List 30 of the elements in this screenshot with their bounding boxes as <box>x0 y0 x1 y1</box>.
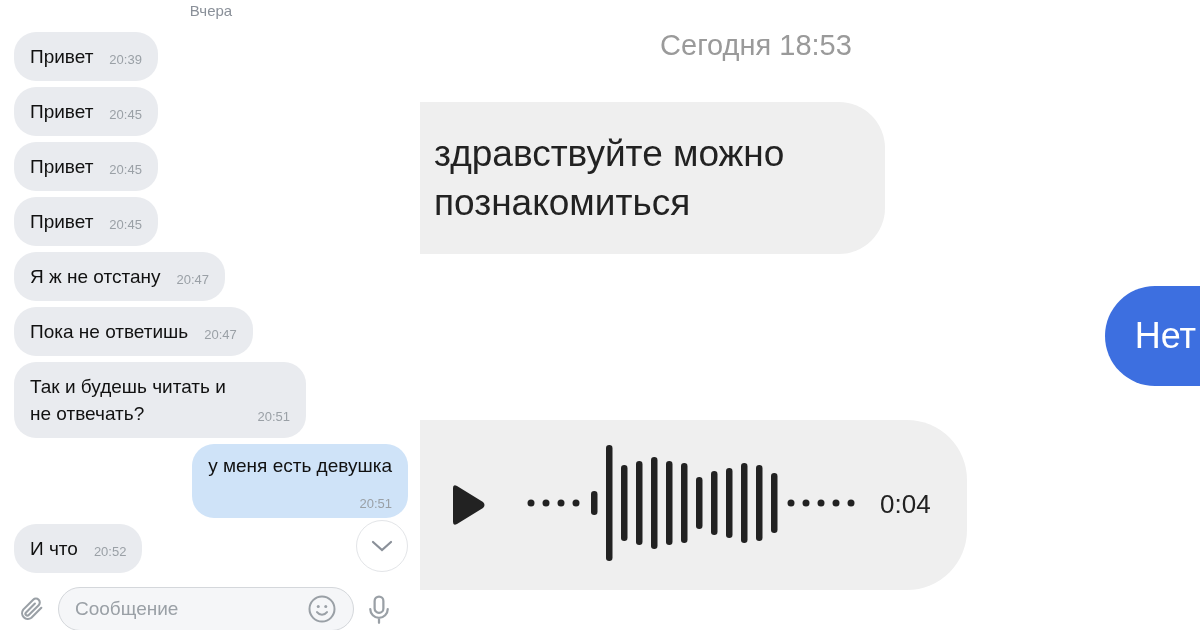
message-text: Я ж не отстану <box>30 265 161 289</box>
message-time: 20:45 <box>109 161 142 179</box>
message-text: у меня есть девушка <box>208 454 392 478</box>
chevron-down-icon <box>371 540 393 552</box>
message-time: 20:39 <box>109 51 142 69</box>
message-field[interactable]: Сообщение <box>58 587 354 630</box>
date-divider: Вчера <box>189 1 233 21</box>
voice-duration: 0:04 <box>880 488 931 521</box>
message-time: 20:45 <box>109 216 142 234</box>
play-icon[interactable] <box>450 483 486 526</box>
message-text: здравствуйте можно познакомиться <box>434 131 786 225</box>
message-time: 20:51 <box>359 495 392 513</box>
message-text: Привет <box>30 100 94 124</box>
message-text: Привет <box>30 210 94 234</box>
date-divider: Сегодня 18:53 <box>660 28 852 63</box>
microphone-icon[interactable] <box>366 594 392 624</box>
message-time: 20:47 <box>176 271 210 289</box>
message-time: 20:51 <box>257 408 290 426</box>
message-input[interactable]: Сообщение <box>75 594 295 624</box>
smiley-icon[interactable] <box>307 594 337 624</box>
message-text: Привет <box>30 45 94 69</box>
message-time: 20:45 <box>109 106 142 124</box>
message-text: Привет <box>30 155 94 179</box>
message-text: Пока не ответишь <box>30 320 189 344</box>
message-text: И что <box>30 537 78 561</box>
message-text: Так и будешь читать и не отвечать? <box>30 375 227 426</box>
message-time: 20:52 <box>93 543 127 561</box>
message-time: 20:47 <box>204 326 237 344</box>
message-text: Нет <box>1134 313 1196 358</box>
scroll-down-button[interactable] <box>356 520 408 572</box>
